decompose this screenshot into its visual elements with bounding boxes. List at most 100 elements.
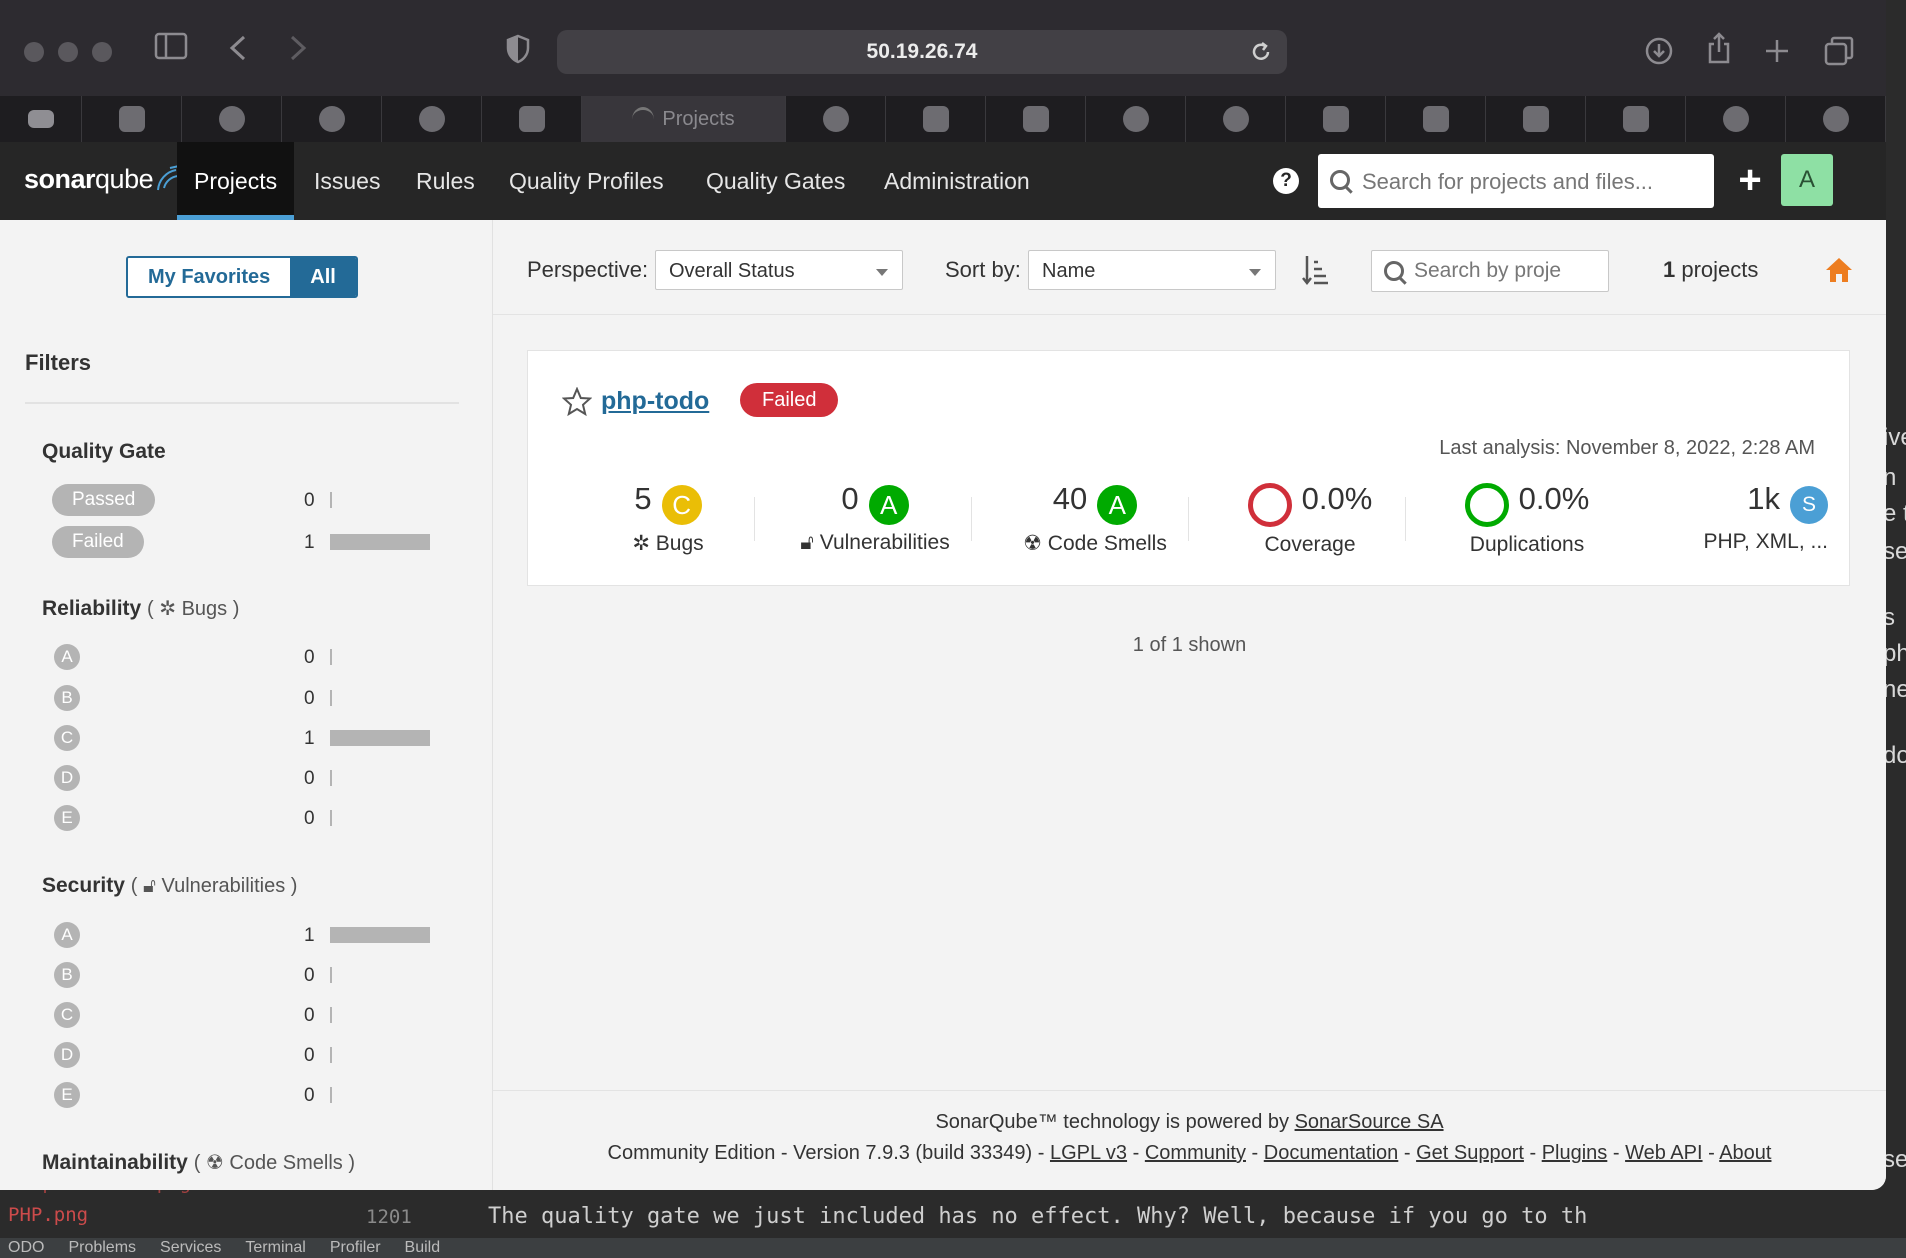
facet-rating-c[interactable]: C xyxy=(54,725,80,751)
facet-rating-b[interactable]: B xyxy=(54,962,80,988)
duplications-measure[interactable]: 0.0% Duplications xyxy=(1420,481,1634,557)
size-measure[interactable]: 1k S PHP, XML, ... xyxy=(1668,481,1828,554)
tab-mail[interactable] xyxy=(0,96,82,142)
tab-stackoverflow[interactable] xyxy=(986,96,1086,142)
search-icon xyxy=(1384,261,1404,281)
forward-arrow-icon[interactable] xyxy=(288,34,308,68)
tab-overview-icon[interactable] xyxy=(1824,36,1854,72)
help-icon[interactable]: ? xyxy=(1273,168,1299,194)
security-facet-title[interactable]: Security ( 🔓︎ Vulnerabilities ) xyxy=(42,874,297,898)
sidebar-toggle-icon[interactable] xyxy=(154,32,188,66)
home-icon[interactable] xyxy=(1825,256,1853,284)
favorite-star-icon[interactable] xyxy=(561,386,593,422)
facet-rating-e[interactable]: E xyxy=(54,805,80,831)
facet-option-passed[interactable]: Passed xyxy=(52,484,156,516)
user-avatar[interactable]: A xyxy=(1781,154,1833,206)
footer-link-license[interactable]: LGPL v3 xyxy=(1050,1142,1127,1164)
sort-select[interactable]: Name xyxy=(1028,250,1276,290)
tab-jfrog[interactable] xyxy=(482,96,582,142)
nav-administration[interactable]: Administration xyxy=(884,142,1030,220)
footer-link-about[interactable]: About xyxy=(1719,1142,1771,1164)
divider xyxy=(971,497,972,541)
ide-file-name[interactable]: PHP.png xyxy=(8,1204,88,1226)
new-tab-icon[interactable] xyxy=(1764,36,1790,70)
quality-gate-facet-title[interactable]: Quality Gate xyxy=(42,440,166,464)
tab-github[interactable] xyxy=(1186,96,1286,142)
ide-editor-text[interactable]: The quality gate we just included has no… xyxy=(488,1204,1587,1229)
tab-github[interactable] xyxy=(1686,96,1786,142)
facet-count: 1 xyxy=(304,532,315,553)
facet-rating-a[interactable]: A xyxy=(54,644,80,670)
back-arrow-icon[interactable] xyxy=(228,34,248,68)
bugs-measure[interactable]: 5C ✲ Bugs xyxy=(568,481,768,556)
perspective-select[interactable]: Overall Status xyxy=(655,250,903,290)
tab-projects[interactable]: Projects xyxy=(582,96,786,142)
share-icon[interactable] xyxy=(1706,32,1732,70)
sort-order-icon[interactable] xyxy=(1301,254,1329,286)
facet-rating-c[interactable]: C xyxy=(54,1002,80,1028)
footer-link-plugins[interactable]: Plugins xyxy=(1542,1142,1608,1164)
facet-rating-d[interactable]: D xyxy=(54,765,80,791)
nav-issues[interactable]: Issues xyxy=(314,142,380,220)
window-minimize-button[interactable] xyxy=(58,42,78,62)
vulnerabilities-measure[interactable]: 0A 🔓︎ Vulnerabilities xyxy=(768,481,982,555)
footer-link-documentation[interactable]: Documentation xyxy=(1264,1142,1399,1164)
project-search-box[interactable] xyxy=(1371,250,1609,292)
project-name-link[interactable]: php-todo xyxy=(601,387,709,416)
footer-link-web-api[interactable]: Web API xyxy=(1625,1142,1702,1164)
sonarqube-logo[interactable]: sonarqube xyxy=(24,164,180,195)
tab-blender[interactable] xyxy=(786,96,886,142)
youtube-icon xyxy=(1322,106,1349,132)
code-smells-measure[interactable]: 40 A ☢ Code Smells xyxy=(988,481,1202,556)
browser-window: 50.19.26.74 Projects sonarqube Projects … xyxy=(0,0,1886,1190)
facet-rating-a[interactable]: A xyxy=(54,922,80,948)
all-projects-button[interactable]: All xyxy=(290,258,356,296)
tab-jenkins[interactable] xyxy=(282,96,382,142)
tab-grammarly[interactable] xyxy=(1786,96,1886,142)
facet-option-failed[interactable]: Failed xyxy=(52,526,144,558)
footer-link-support[interactable]: Get Support xyxy=(1416,1142,1524,1164)
tab-box[interactable] xyxy=(82,96,182,142)
facet-rating-b[interactable]: B xyxy=(54,685,80,711)
facet-bar xyxy=(330,534,430,550)
download-icon[interactable] xyxy=(1644,36,1674,72)
nav-rules[interactable]: Rules xyxy=(416,142,475,220)
address-text[interactable]: 50.19.26.74 xyxy=(557,30,1287,74)
footer-link-community[interactable]: Community xyxy=(1145,1142,1246,1164)
tab-c[interactable] xyxy=(1386,96,1486,142)
tab-github[interactable] xyxy=(182,96,282,142)
tab-plus[interactable] xyxy=(1486,96,1586,142)
ide-status-item[interactable]: Services xyxy=(160,1239,221,1257)
window-close-button[interactable] xyxy=(24,42,44,62)
sonarsource-link[interactable]: SonarSource SA xyxy=(1295,1111,1444,1133)
tab-stackoverflow[interactable] xyxy=(1586,96,1686,142)
nav-quality-profiles[interactable]: Quality Profiles xyxy=(509,142,664,220)
window-zoom-button[interactable] xyxy=(92,42,112,62)
facet-rating-e[interactable]: E xyxy=(54,1082,80,1108)
my-favorites-button[interactable]: My Favorites xyxy=(128,258,291,296)
nav-projects[interactable]: Projects xyxy=(177,142,295,220)
ide-status-item[interactable]: ODO xyxy=(8,1239,44,1257)
privacy-shield-icon[interactable] xyxy=(506,34,530,70)
project-search-input[interactable] xyxy=(1412,251,1606,291)
tab-youtube[interactable] xyxy=(1286,96,1386,142)
tab-box[interactable] xyxy=(886,96,986,142)
global-search-input[interactable] xyxy=(1360,154,1704,210)
ide-status-item[interactable]: Build xyxy=(405,1239,441,1257)
ide-status-item[interactable]: Problems xyxy=(68,1239,136,1257)
address-bar[interactable]: 50.19.26.74 xyxy=(557,30,1287,74)
global-search-box[interactable] xyxy=(1318,154,1714,210)
create-plus-button[interactable]: + xyxy=(1730,160,1770,200)
tab-github[interactable] xyxy=(382,96,482,142)
ide-status-item[interactable]: Terminal xyxy=(245,1239,305,1257)
reload-icon[interactable] xyxy=(1249,40,1273,69)
coverage-measure[interactable]: 0.0% Coverage xyxy=(1203,481,1417,557)
reliability-facet-title[interactable]: Reliability ( ✲ Bugs ) xyxy=(42,596,239,621)
size-badge: S xyxy=(1790,485,1828,524)
tab-github[interactable] xyxy=(1086,96,1186,142)
shown-count: 1 of 1 shown xyxy=(1132,634,1247,656)
nav-quality-gates[interactable]: Quality Gates xyxy=(706,142,845,220)
maintainability-facet-title[interactable]: Maintainability ( ☢ Code Smells ) xyxy=(42,1150,355,1175)
facet-rating-d[interactable]: D xyxy=(54,1042,80,1068)
ide-status-item[interactable]: Profiler xyxy=(330,1239,381,1257)
